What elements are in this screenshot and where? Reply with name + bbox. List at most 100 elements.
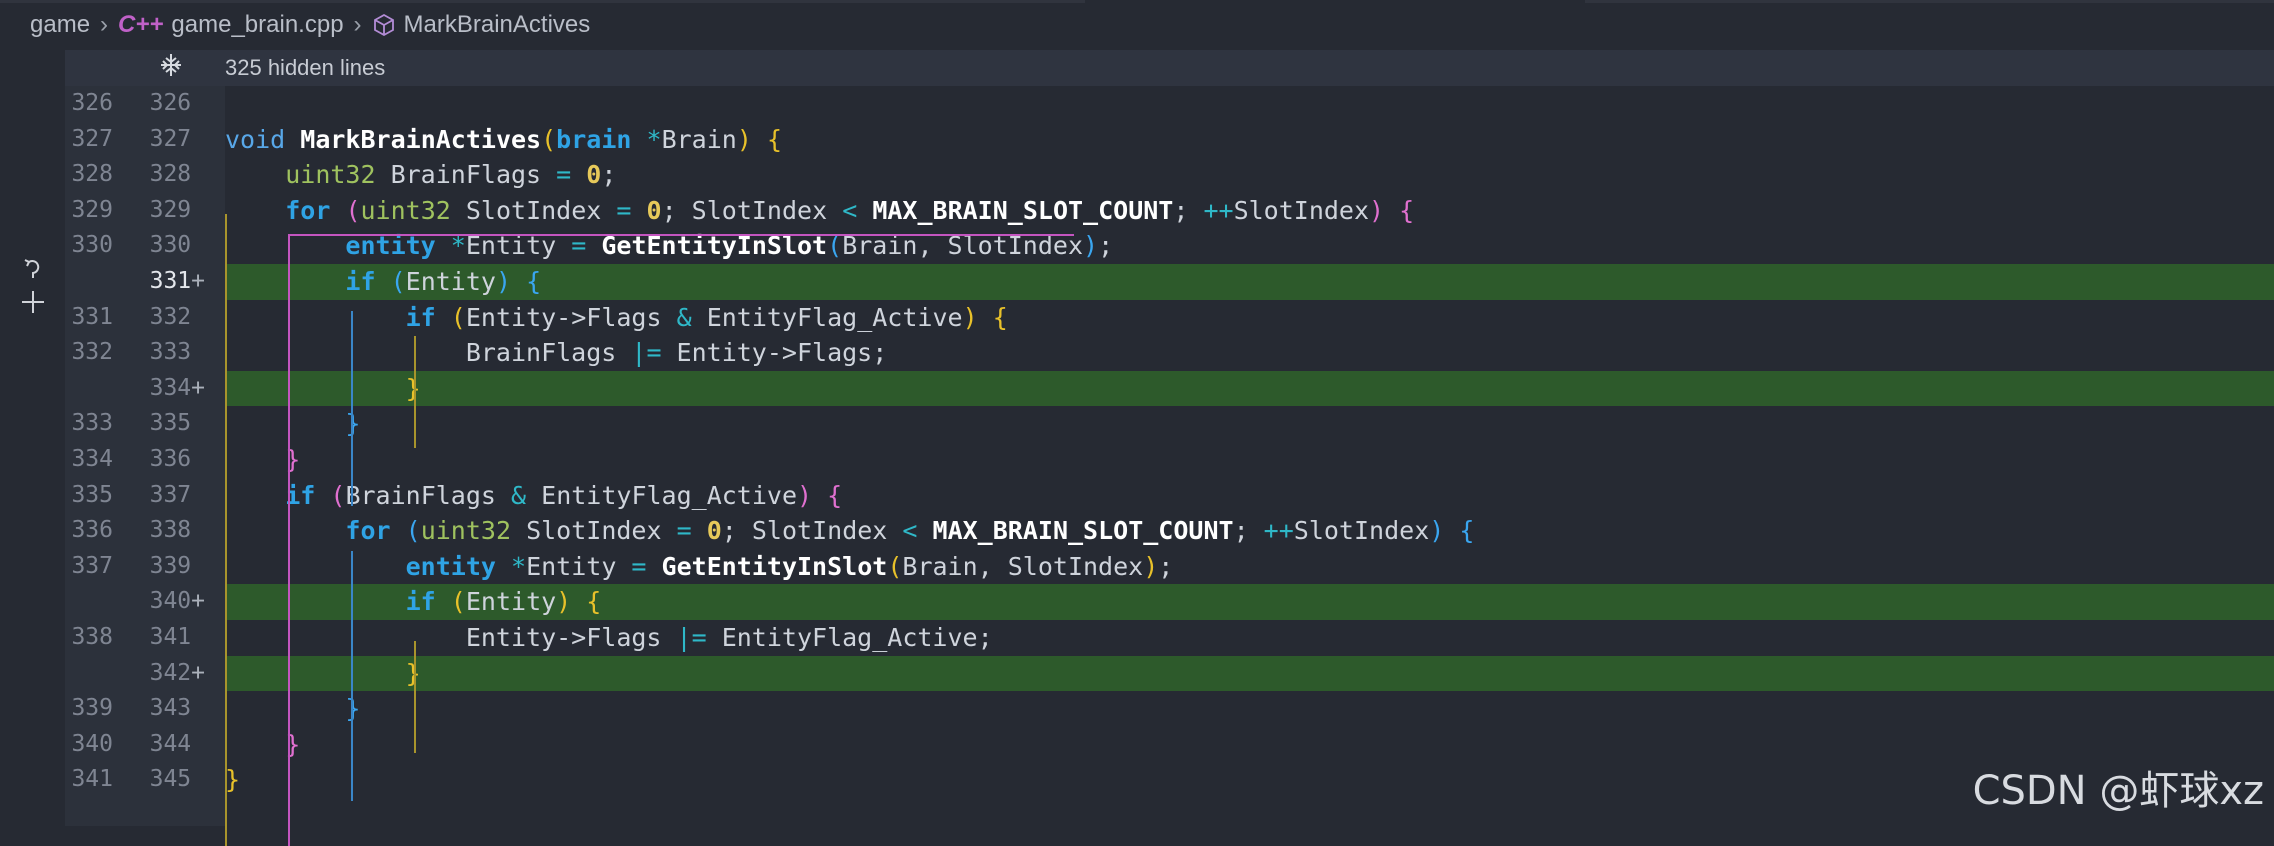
- code-text[interactable]: uint32 BrainFlags = 0;: [225, 157, 2274, 193]
- new-line-number: 345: [149, 766, 192, 793]
- old-line-number: 335: [71, 481, 113, 508]
- old-line-number: [65, 371, 113, 407]
- diff-line[interactable]: 336 338 for (uint32 SlotIndex = 0; SlotIn…: [65, 513, 2274, 549]
- hidden-lines-bar[interactable]: 325 hidden lines: [65, 50, 2274, 86]
- old-line-number: [65, 264, 113, 300]
- diff-line-added[interactable]: 342+ }: [65, 655, 2274, 692]
- old-line-number: [65, 584, 113, 620]
- diff-editor[interactable]: 341345 }340344 }339343 }342+ }338341 Ent…: [65, 86, 2274, 846]
- old-line-number: 341: [71, 766, 113, 793]
- new-line-number: 341: [149, 624, 192, 650]
- new-line-number: 329: [149, 196, 192, 223]
- indent-guide: [225, 214, 227, 846]
- diff-line-added[interactable]: 340+ if (Entity) {: [65, 584, 2274, 620]
- symbol-method-icon: [372, 13, 396, 37]
- indent-guide: [351, 311, 353, 506]
- new-line-number: 327: [149, 125, 192, 152]
- diff-line[interactable]: 329 329 for (uint32 SlotIndex = 0; SlotIn…: [65, 193, 2274, 229]
- new-line-number: 328: [149, 161, 192, 188]
- code-text[interactable]: if (Entity) {: [225, 264, 2274, 300]
- code-text[interactable]: }: [225, 655, 2274, 692]
- new-line-number: 337: [149, 481, 192, 508]
- breadcrumb: game › C++ game_brain.cpp › MarkBrainAct…: [0, 0, 2274, 50]
- old-line-number: 326: [71, 90, 113, 116]
- code-text[interactable]: }: [225, 762, 2274, 798]
- diff-line[interactable]: 335 337 if (BrainFlags & EntityFlag_Activ…: [65, 478, 2274, 514]
- code-text[interactable]: if (Entity->Flags & EntityFlag_Active) {: [225, 300, 2274, 336]
- code-text[interactable]: if (BrainFlags & EntityFlag_Active) {: [225, 478, 2274, 514]
- diff-line[interactable]: 339 343 }: [65, 691, 2274, 727]
- new-line-number: 340+: [135, 584, 205, 620]
- unfold-icon[interactable]: [123, 52, 218, 84]
- diff-line[interactable]: 334 336 }: [65, 442, 2274, 478]
- code-text[interactable]: void MarkBrainActives(brain *Brain) {: [225, 122, 2274, 158]
- new-line-number: 336: [149, 446, 192, 472]
- code-text[interactable]: }: [225, 442, 2274, 478]
- code-text[interactable]: }: [225, 406, 2274, 442]
- diff-line[interactable]: 331 332 if (Entity->Flags & EntityFlag_Ac…: [65, 300, 2274, 336]
- indent-guide: [288, 234, 1074, 236]
- old-line-number: 332: [71, 339, 113, 366]
- new-line-number: 334+: [135, 370, 205, 407]
- new-line-number: 333: [149, 339, 192, 366]
- new-line-number: 344: [149, 730, 192, 757]
- old-line-number: [65, 656, 113, 692]
- new-line-number: 332: [149, 303, 192, 330]
- code-text[interactable]: if (Entity) {: [225, 584, 2274, 620]
- old-line-number: 339: [71, 695, 113, 722]
- code-text[interactable]: Entity->Flags |= EntityFlag_Active;: [225, 620, 2274, 656]
- code-text[interactable]: entity *Entity = GetEntityInSlot(Brain, …: [225, 549, 2274, 585]
- new-line-number: 331+: [135, 264, 205, 300]
- added-line-marker: +: [191, 374, 205, 401]
- old-line-number: 334: [71, 446, 113, 472]
- added-line-marker: +: [191, 659, 205, 686]
- code-text[interactable]: for (uint32 SlotIndex = 0; SlotIndex < M…: [225, 193, 2274, 229]
- cpp-file-icon: C++: [118, 11, 164, 38]
- old-line-number: 329: [71, 196, 113, 223]
- old-line-number: 340: [71, 730, 113, 757]
- old-line-number: 337: [71, 552, 113, 579]
- diff-line[interactable]: 333 335 }: [65, 406, 2274, 442]
- code-text[interactable]: }: [225, 691, 2274, 727]
- indent-guide: [288, 516, 290, 846]
- new-line-number: 343: [149, 695, 192, 722]
- old-line-number: 331: [71, 303, 113, 330]
- new-line-number: 326: [149, 90, 192, 116]
- old-line-number: 336: [71, 517, 113, 544]
- glyph-margin: [0, 86, 65, 826]
- stage-change-icon[interactable]: [18, 287, 48, 322]
- diff-actions: [16, 256, 50, 322]
- breadcrumb-folder[interactable]: game: [30, 11, 90, 39]
- code-text[interactable]: }: [225, 727, 2274, 763]
- diff-line[interactable]: 327 327 void MarkBrainActives(brain *Brai…: [65, 122, 2274, 158]
- added-line-marker: +: [191, 588, 205, 615]
- new-line-number: 335: [149, 410, 192, 437]
- hidden-lines-label: 325 hidden lines: [225, 55, 386, 80]
- diff-line[interactable]: 326 326: [65, 86, 2274, 122]
- old-line-number: 327: [71, 125, 113, 152]
- code-text[interactable]: }: [225, 370, 2274, 407]
- breadcrumb-symbol[interactable]: MarkBrainActives: [404, 11, 591, 39]
- code-text[interactable]: BrainFlags |= Entity->Flags;: [225, 335, 2274, 371]
- revert-change-icon[interactable]: [20, 256, 46, 287]
- diff-line[interactable]: 337 339 entity *Entity = GetEntityInSlot(…: [65, 549, 2274, 585]
- diff-line-added[interactable]: 334+ }: [65, 370, 2274, 407]
- old-line-number: 330: [71, 232, 113, 259]
- new-line-number: 338: [149, 517, 192, 544]
- diff-line[interactable]: 332 333 BrainFlags |= Entity->Flags;: [65, 335, 2274, 371]
- diff-line[interactable]: 338 341 Entity->Flags |= EntityFlag_Activ…: [65, 620, 2274, 656]
- diff-line-added[interactable]: 331+ if (Entity) {: [65, 264, 2274, 300]
- new-line-number: 342+: [135, 655, 205, 692]
- diff-line[interactable]: 340 344 }: [65, 727, 2274, 763]
- indent-guide: [414, 336, 416, 448]
- chevron-right-icon: ›: [100, 11, 109, 38]
- new-line-number: 339: [149, 552, 192, 579]
- diff-line[interactable]: 341 345 }: [65, 762, 2274, 798]
- indent-guide: [414, 641, 416, 753]
- diff-line[interactable]: 328 328 uint32 BrainFlags = 0;: [65, 157, 2274, 193]
- added-line-marker: +: [191, 268, 205, 294]
- watermark: CSDN @虾球xz: [1972, 768, 2264, 814]
- code-text[interactable]: [225, 86, 2274, 122]
- code-text[interactable]: for (uint32 SlotIndex = 0; SlotIndex < M…: [225, 513, 2274, 549]
- breadcrumb-file[interactable]: game_brain.cpp: [171, 11, 343, 39]
